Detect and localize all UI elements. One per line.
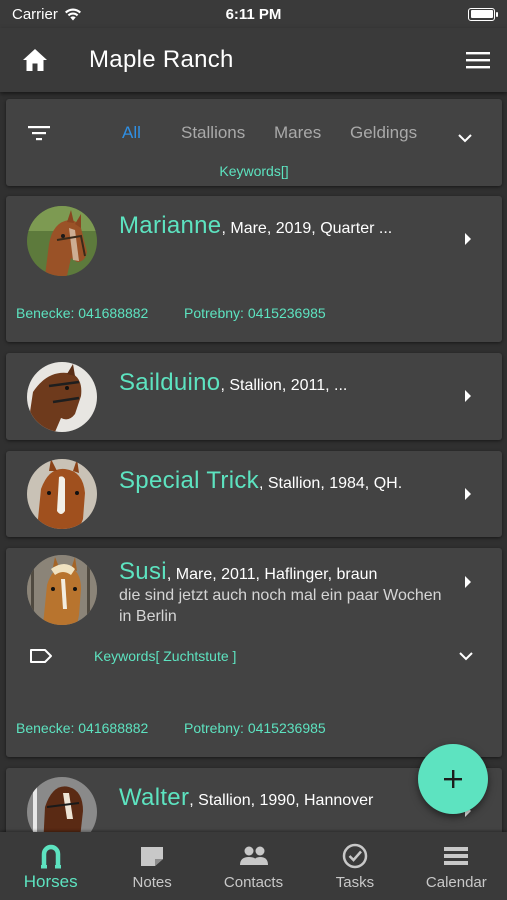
nav-label: Calendar (425, 874, 487, 891)
horse-title-line: Walter, Stallion, 1990, Hannover (119, 784, 373, 812)
chevron-right-icon (465, 488, 471, 500)
avatar (27, 206, 97, 276)
horse-list: All Stallions Mares Geldings Keywords[] … (0, 92, 507, 832)
avatar (27, 555, 97, 625)
avatar (27, 777, 97, 832)
horse-title-line: Sailduino, Stallion, 2011, ... (119, 369, 347, 397)
horse-card-sailduino[interactable]: Sailduino, Stallion, 2011, ... (6, 353, 502, 440)
chevron-right-icon (465, 576, 471, 588)
note-icon (141, 847, 164, 866)
avatar (27, 362, 97, 432)
horse-name: Sailduino (119, 369, 221, 396)
horse-details: , Stallion, 1984, QH. (258, 475, 403, 492)
tab-stallions[interactable]: Stallions (181, 123, 245, 143)
chevron-right-icon (465, 390, 471, 402)
home-icon (23, 49, 47, 71)
contact-benecke[interactable]: Benecke: 041688882 (16, 720, 148, 736)
nav-label: Contacts (223, 874, 284, 891)
app-bar: Maple Ranch (0, 28, 507, 92)
contact-potrebny[interactable]: Potrebny: 0415236985 (184, 720, 326, 736)
contact-potrebny[interactable]: Potrebny: 0415236985 (184, 305, 326, 321)
calendar-icon (444, 847, 469, 865)
plus-icon (444, 770, 462, 788)
horse-title-line: Susi, Mare, 2011, Haflinger, braun (119, 558, 377, 586)
horse-card-marianne[interactable]: Marianne, Mare, 2019, Quarter ... Beneck… (6, 196, 502, 342)
add-horse-button[interactable] (418, 744, 488, 814)
nav-calendar[interactable]: Calendar (406, 832, 507, 900)
horse-card-special-trick[interactable]: Special Trick, Stallion, 1984, QH. (6, 451, 502, 537)
horse-title-line: Marianne, Mare, 2019, Quarter ... (119, 212, 392, 240)
hamburger-menu-icon (466, 52, 490, 69)
tab-mares[interactable]: Mares (274, 123, 321, 143)
horseshoe-icon (40, 844, 61, 869)
status-bar: Carrier 6:11 PM (0, 0, 507, 28)
horse-keywords[interactable]: Keywords[ Zuchtstute ] (94, 648, 236, 664)
nav-contacts[interactable]: Contacts (203, 832, 304, 900)
filter-icon[interactable] (28, 125, 50, 141)
nav-horses[interactable]: Horses (0, 832, 101, 900)
filter-keywords[interactable]: Keywords[] (6, 163, 502, 179)
horse-name: Marianne (119, 212, 222, 239)
nav-tasks[interactable]: Tasks (304, 832, 405, 900)
horse-description: die sind jetzt auch noch mal ein paar Wo… (119, 587, 442, 625)
tab-all[interactable]: All (122, 123, 141, 143)
avatar (27, 459, 97, 529)
horse-card-susi[interactable]: Susi, Mare, 2011, Haflinger, braun die s… (6, 548, 502, 757)
filter-card: All Stallions Mares Geldings Keywords[] (6, 99, 502, 186)
people-icon (239, 846, 268, 865)
chevron-down-icon[interactable] (457, 133, 473, 143)
nav-label: Notes (132, 874, 172, 891)
horse-name: Walter (119, 784, 190, 811)
nav-label: Tasks (335, 874, 375, 891)
battery-icon (468, 7, 498, 21)
chevron-down-icon[interactable] (458, 651, 474, 661)
contact-benecke[interactable]: Benecke: 041688882 (16, 305, 148, 321)
home-button[interactable] (0, 28, 70, 92)
menu-button[interactable] (449, 28, 507, 92)
horse-name: Special Trick (119, 467, 259, 494)
tag-icon (30, 649, 52, 663)
horse-title-line: Special Trick, Stallion, 1984, QH. (119, 467, 402, 495)
check-circle-icon (342, 843, 368, 869)
nav-label: Horses (23, 872, 78, 891)
wifi-icon (64, 8, 81, 21)
nav-notes[interactable]: Notes (101, 832, 202, 900)
carrier-label: Carrier (12, 5, 58, 23)
bottom-navigation: Horses Notes Contacts Tasks Calendar (0, 832, 507, 900)
tab-geldings[interactable]: Geldings (350, 123, 417, 143)
chevron-right-icon (465, 233, 471, 245)
horse-details: , Stallion, 2011, ... (220, 377, 348, 394)
horse-name: Susi (119, 558, 167, 585)
horse-details: , Mare, 2011, Haflinger, braun (166, 566, 378, 583)
horse-details: , Mare, 2019, Quarter ... (221, 220, 393, 237)
app-title: Maple Ranch (89, 46, 234, 73)
horse-details: , Stallion, 1990, Hannover (189, 792, 374, 809)
